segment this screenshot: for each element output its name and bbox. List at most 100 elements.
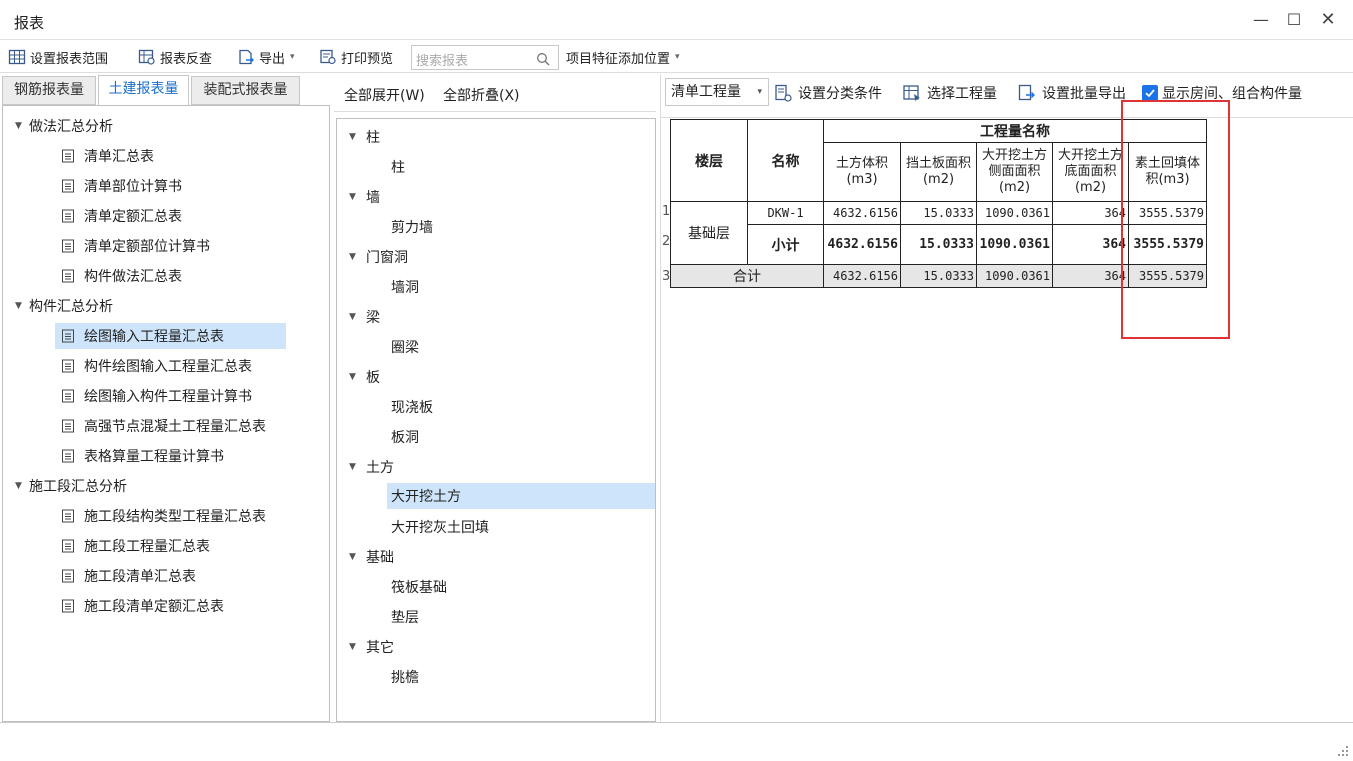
tree-item[interactable]: 现浇板 (391, 394, 433, 419)
document-icon (62, 359, 74, 373)
tree-item[interactable]: 大开挖灰土回填 (391, 514, 489, 539)
cell-value: 1090.0361 (976, 201, 1053, 225)
report-check-button[interactable]: 报表反查 (138, 47, 212, 67)
tab-civil-report[interactable]: 土建报表量 (98, 75, 189, 106)
expand-arrow-icon[interactable]: ▼ (349, 552, 366, 562)
document-icon (62, 179, 74, 193)
header-retaining-board-area: 挡土板面积(m2) (900, 142, 977, 202)
expand-arrow-icon[interactable]: ▼ (349, 132, 366, 142)
expand-arrow-icon[interactable]: ▼ (349, 642, 366, 652)
select-quantity-button[interactable]: 选择工程量 (902, 83, 997, 103)
tree-item[interactable]: 清单部位计算书 (60, 174, 182, 198)
close-button[interactable]: ✕ (1318, 10, 1338, 30)
expand-arrow-icon[interactable]: ▼ (349, 312, 366, 322)
export-button[interactable]: 导出 ▾ (237, 47, 295, 67)
set-range-button[interactable]: 设置报表范围 (8, 47, 108, 67)
expand-arrow-icon[interactable]: ▼ (349, 462, 366, 472)
table-row-total[interactable]: 合计 4632.6156 15.0333 1090.0361 364 3555.… (670, 264, 1207, 288)
set-classify-button[interactable]: 设置分类条件 (773, 83, 882, 103)
tree-item-selected[interactable]: 绘图输入工程量汇总表 (55, 323, 286, 349)
tree-item[interactable]: 表格算量工程量计算书 (60, 444, 224, 468)
show-room-checkbox[interactable]: 显示房间、组合构件量 (1142, 83, 1302, 103)
tree-item[interactable]: 构件做法汇总表 (60, 264, 182, 288)
cell-value: 4632.6156 (823, 264, 901, 288)
expand-all-button[interactable]: 全部展开(W) (344, 85, 425, 105)
tab-rebar-report[interactable]: 钢筋报表量 (2, 76, 96, 105)
table-row[interactable]: 基础层 DKW-1 4632.6156 15.0333 1090.0361 36… (670, 201, 1207, 265)
tree-group[interactable]: ▼ 基础 (349, 544, 394, 569)
cell-value: 1090.0361 (976, 264, 1053, 288)
expand-arrow-icon[interactable]: ▼ (15, 301, 29, 311)
header-bottom-area: 大开挖土方底面面积(m2) (1052, 142, 1129, 202)
tree-group-component-summary[interactable]: ▼ 构件汇总分析 (15, 294, 113, 318)
expand-arrow-icon[interactable]: ▼ (15, 121, 29, 131)
collapse-all-button[interactable]: 全部折叠(X) (443, 85, 520, 105)
item-feature-position-label: 项目特征添加位置 (566, 51, 671, 67)
tree-item[interactable]: 圈梁 (391, 334, 419, 359)
tree-item[interactable]: 构件绘图输入工程量汇总表 (60, 354, 252, 378)
tree-group[interactable]: ▼ 墙 (349, 184, 380, 209)
quantity-type-select[interactable]: 清单工程量 ▾ (665, 78, 769, 106)
export-icon (239, 49, 254, 65)
document-icon (62, 239, 74, 253)
expand-arrow-icon[interactable]: ▼ (15, 481, 29, 491)
tree-item[interactable]: 柱 (391, 154, 405, 179)
cell-value: 364 (1052, 264, 1129, 288)
tree-item[interactable]: 清单定额部位计算书 (60, 234, 210, 258)
document-icon (62, 269, 74, 283)
tree-item[interactable]: 施工段清单汇总表 (60, 564, 196, 588)
tree-item[interactable]: 挑檐 (391, 664, 419, 689)
maximize-button[interactable]: ☐ (1284, 10, 1304, 30)
set-batch-export-button[interactable]: 设置批量导出 (1017, 83, 1126, 103)
tree-group[interactable]: ▼ 柱 (349, 124, 380, 149)
tree-item[interactable]: 剪力墙 (391, 214, 433, 239)
tree-item[interactable]: 绘图输入构件工程量计算书 (60, 384, 252, 408)
tree-item[interactable]: 筏板基础 (391, 574, 447, 599)
batch-export-icon (1018, 84, 1035, 101)
report-search-input[interactable]: 搜索报表 (411, 45, 559, 70)
tree-item[interactable]: 墙洞 (391, 274, 419, 299)
expand-arrow-icon[interactable]: ▼ (349, 192, 366, 202)
tree-item[interactable]: 施工段工程量汇总表 (60, 534, 210, 558)
tree-item[interactable]: 垫层 (391, 604, 419, 629)
document-icon (62, 419, 74, 433)
print-preview-button[interactable]: 打印预览 (319, 47, 393, 67)
chevron-down-icon: ▾ (675, 52, 680, 62)
component-type-panel: 全部展开(W) 全部折叠(X) ▼ 柱 柱 ▼ 墙 剪力墙 ▼ 门窗洞 墙洞 ▼ 梁 圈… (334, 74, 656, 722)
resize-grip-icon[interactable] (1337, 745, 1349, 757)
table-row[interactable]: 小计 4632.6156 15.0333 1090.0361 364 3555.… (671, 224, 1207, 265)
tree-item[interactable]: 清单汇总表 (60, 144, 154, 168)
search-icon[interactable] (536, 52, 550, 66)
grid-icon (8, 49, 26, 65)
expand-arrow-icon[interactable]: ▼ (349, 372, 366, 382)
expand-arrow-icon[interactable]: ▼ (349, 252, 366, 262)
minimize-button[interactable]: — (1251, 10, 1271, 30)
tree-item[interactable]: 高强节点混凝土工程量汇总表 (60, 414, 266, 438)
cell-floor: 基础层 (670, 201, 748, 265)
tree-item[interactable]: 施工段结构类型工程量汇总表 (60, 504, 266, 528)
checkbox-checked-icon[interactable] (1142, 85, 1158, 101)
tab-prefab-report[interactable]: 装配式报表量 (191, 76, 300, 105)
classify-icon (775, 84, 792, 102)
tree-item[interactable]: 清单定额汇总表 (60, 204, 182, 228)
tree-group-method-summary[interactable]: ▼ 做法汇总分析 (15, 114, 113, 138)
tree-group-stage-summary[interactable]: ▼ 施工段汇总分析 (15, 474, 127, 498)
cell-value: 15.0333 (900, 264, 977, 288)
cell-name: DKW-1 (747, 201, 824, 225)
tree-group[interactable]: ▼ 门窗洞 (349, 244, 408, 269)
tree-group[interactable]: ▼ 梁 (349, 304, 380, 329)
status-bar (0, 722, 1353, 761)
tree-item[interactable]: 施工段清单定额汇总表 (60, 594, 224, 618)
item-feature-position-dropdown[interactable]: 项目特征添加位置 ▾ (566, 47, 680, 67)
tree-group[interactable]: ▼ 板 (349, 364, 380, 389)
tree-group[interactable]: ▼ 土方 (349, 454, 394, 479)
document-icon (62, 209, 74, 223)
document-icon (62, 539, 74, 553)
tree-item[interactable]: 板洞 (391, 424, 419, 449)
document-icon (62, 599, 74, 613)
table-select-icon (903, 85, 920, 102)
document-icon (62, 449, 74, 463)
report-tabs: 钢筋报表量 土建报表量 装配式报表量 (2, 74, 330, 106)
tree-group[interactable]: ▼ 其它 (349, 634, 394, 659)
tree-item-selected[interactable]: 大开挖土方 (387, 483, 655, 509)
